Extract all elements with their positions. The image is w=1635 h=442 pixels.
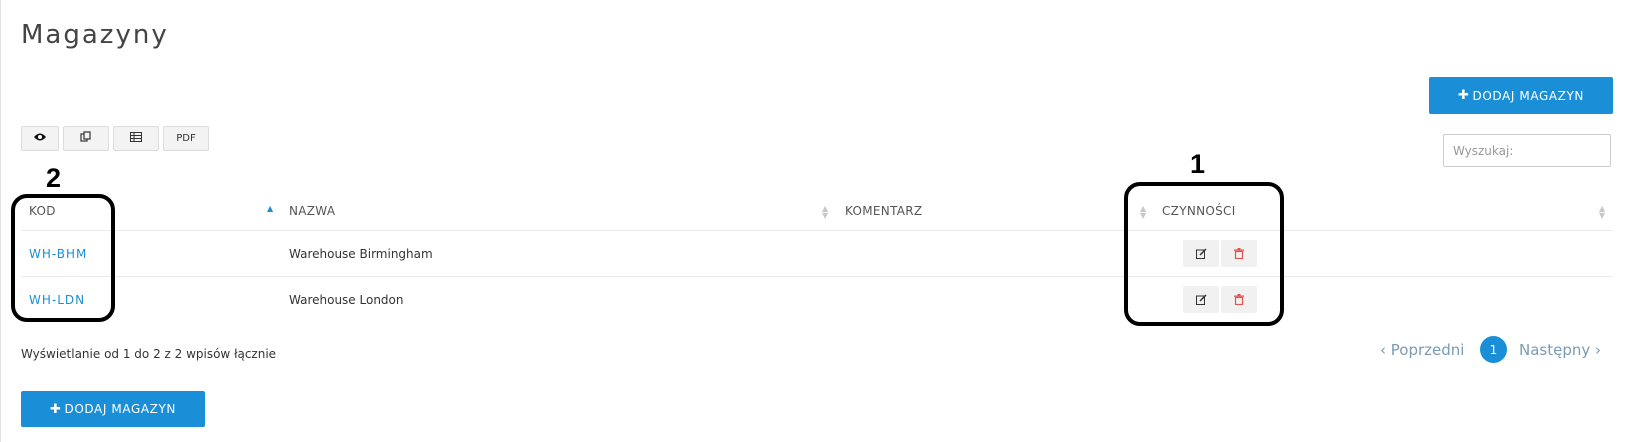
pdf-button[interactable]: PDF [163, 126, 209, 151]
warehouse-name: Warehouse Birmingham [289, 247, 433, 261]
table-divider [21, 276, 1613, 277]
column-visibility-button[interactable] [21, 126, 59, 151]
excel-button[interactable] [113, 126, 159, 151]
plus-icon: ✚ [1458, 88, 1470, 103]
add-warehouse-button-bottom[interactable]: ✚ DODAJ MAGAZYN [21, 391, 205, 427]
page-title: Magazyny [21, 20, 169, 50]
pagination-previous[interactable]: ‹ Poprzedni [1380, 341, 1464, 359]
table-info: Wyświetlanie od 1 do 2 z 2 wpisów łączni… [21, 347, 277, 361]
copy-button[interactable] [63, 126, 109, 151]
chevron-right-icon: › [1590, 341, 1602, 359]
column-header-comment[interactable]: KOMENTARZ [845, 204, 922, 218]
chevron-left-icon: ‹ [1380, 341, 1391, 359]
table-icon [130, 132, 142, 145]
pagination-page-1[interactable]: 1 [1480, 336, 1507, 363]
annotation-label-2: 2 [46, 163, 62, 193]
annotation-box-2 [11, 194, 115, 322]
search-input[interactable] [1444, 135, 1610, 166]
plus-icon: ✚ [50, 401, 62, 417]
pagination-next[interactable]: Następny › [1519, 341, 1601, 359]
annotation-box-1 [1124, 182, 1284, 326]
table-divider [21, 230, 1613, 231]
column-header-name[interactable]: NAZWA [289, 204, 335, 218]
add-warehouse-button-top[interactable]: ✚ DODAJ MAGAZYN [1429, 77, 1613, 114]
eye-icon [33, 132, 47, 145]
page-border [0, 0, 1, 442]
pagination-previous-label: Poprzedni [1390, 341, 1465, 359]
sort-icon[interactable]: ▲ ▼ [822, 205, 828, 220]
pagination-next-label: Następny [1519, 341, 1591, 359]
sort-icon[interactable]: ▲ ▼ [1599, 205, 1605, 220]
export-toolbar: PDF [21, 126, 209, 151]
annotation-label-1: 1 [1190, 149, 1206, 179]
add-warehouse-label: DODAJ MAGAZYN [64, 402, 176, 416]
sort-ascending-icon[interactable]: ▲ [267, 204, 273, 213]
warehouse-name: Warehouse London [289, 293, 404, 307]
search-field[interactable] [1443, 134, 1611, 167]
copy-icon [80, 131, 92, 146]
add-warehouse-label: DODAJ MAGAZYN [1472, 88, 1584, 103]
